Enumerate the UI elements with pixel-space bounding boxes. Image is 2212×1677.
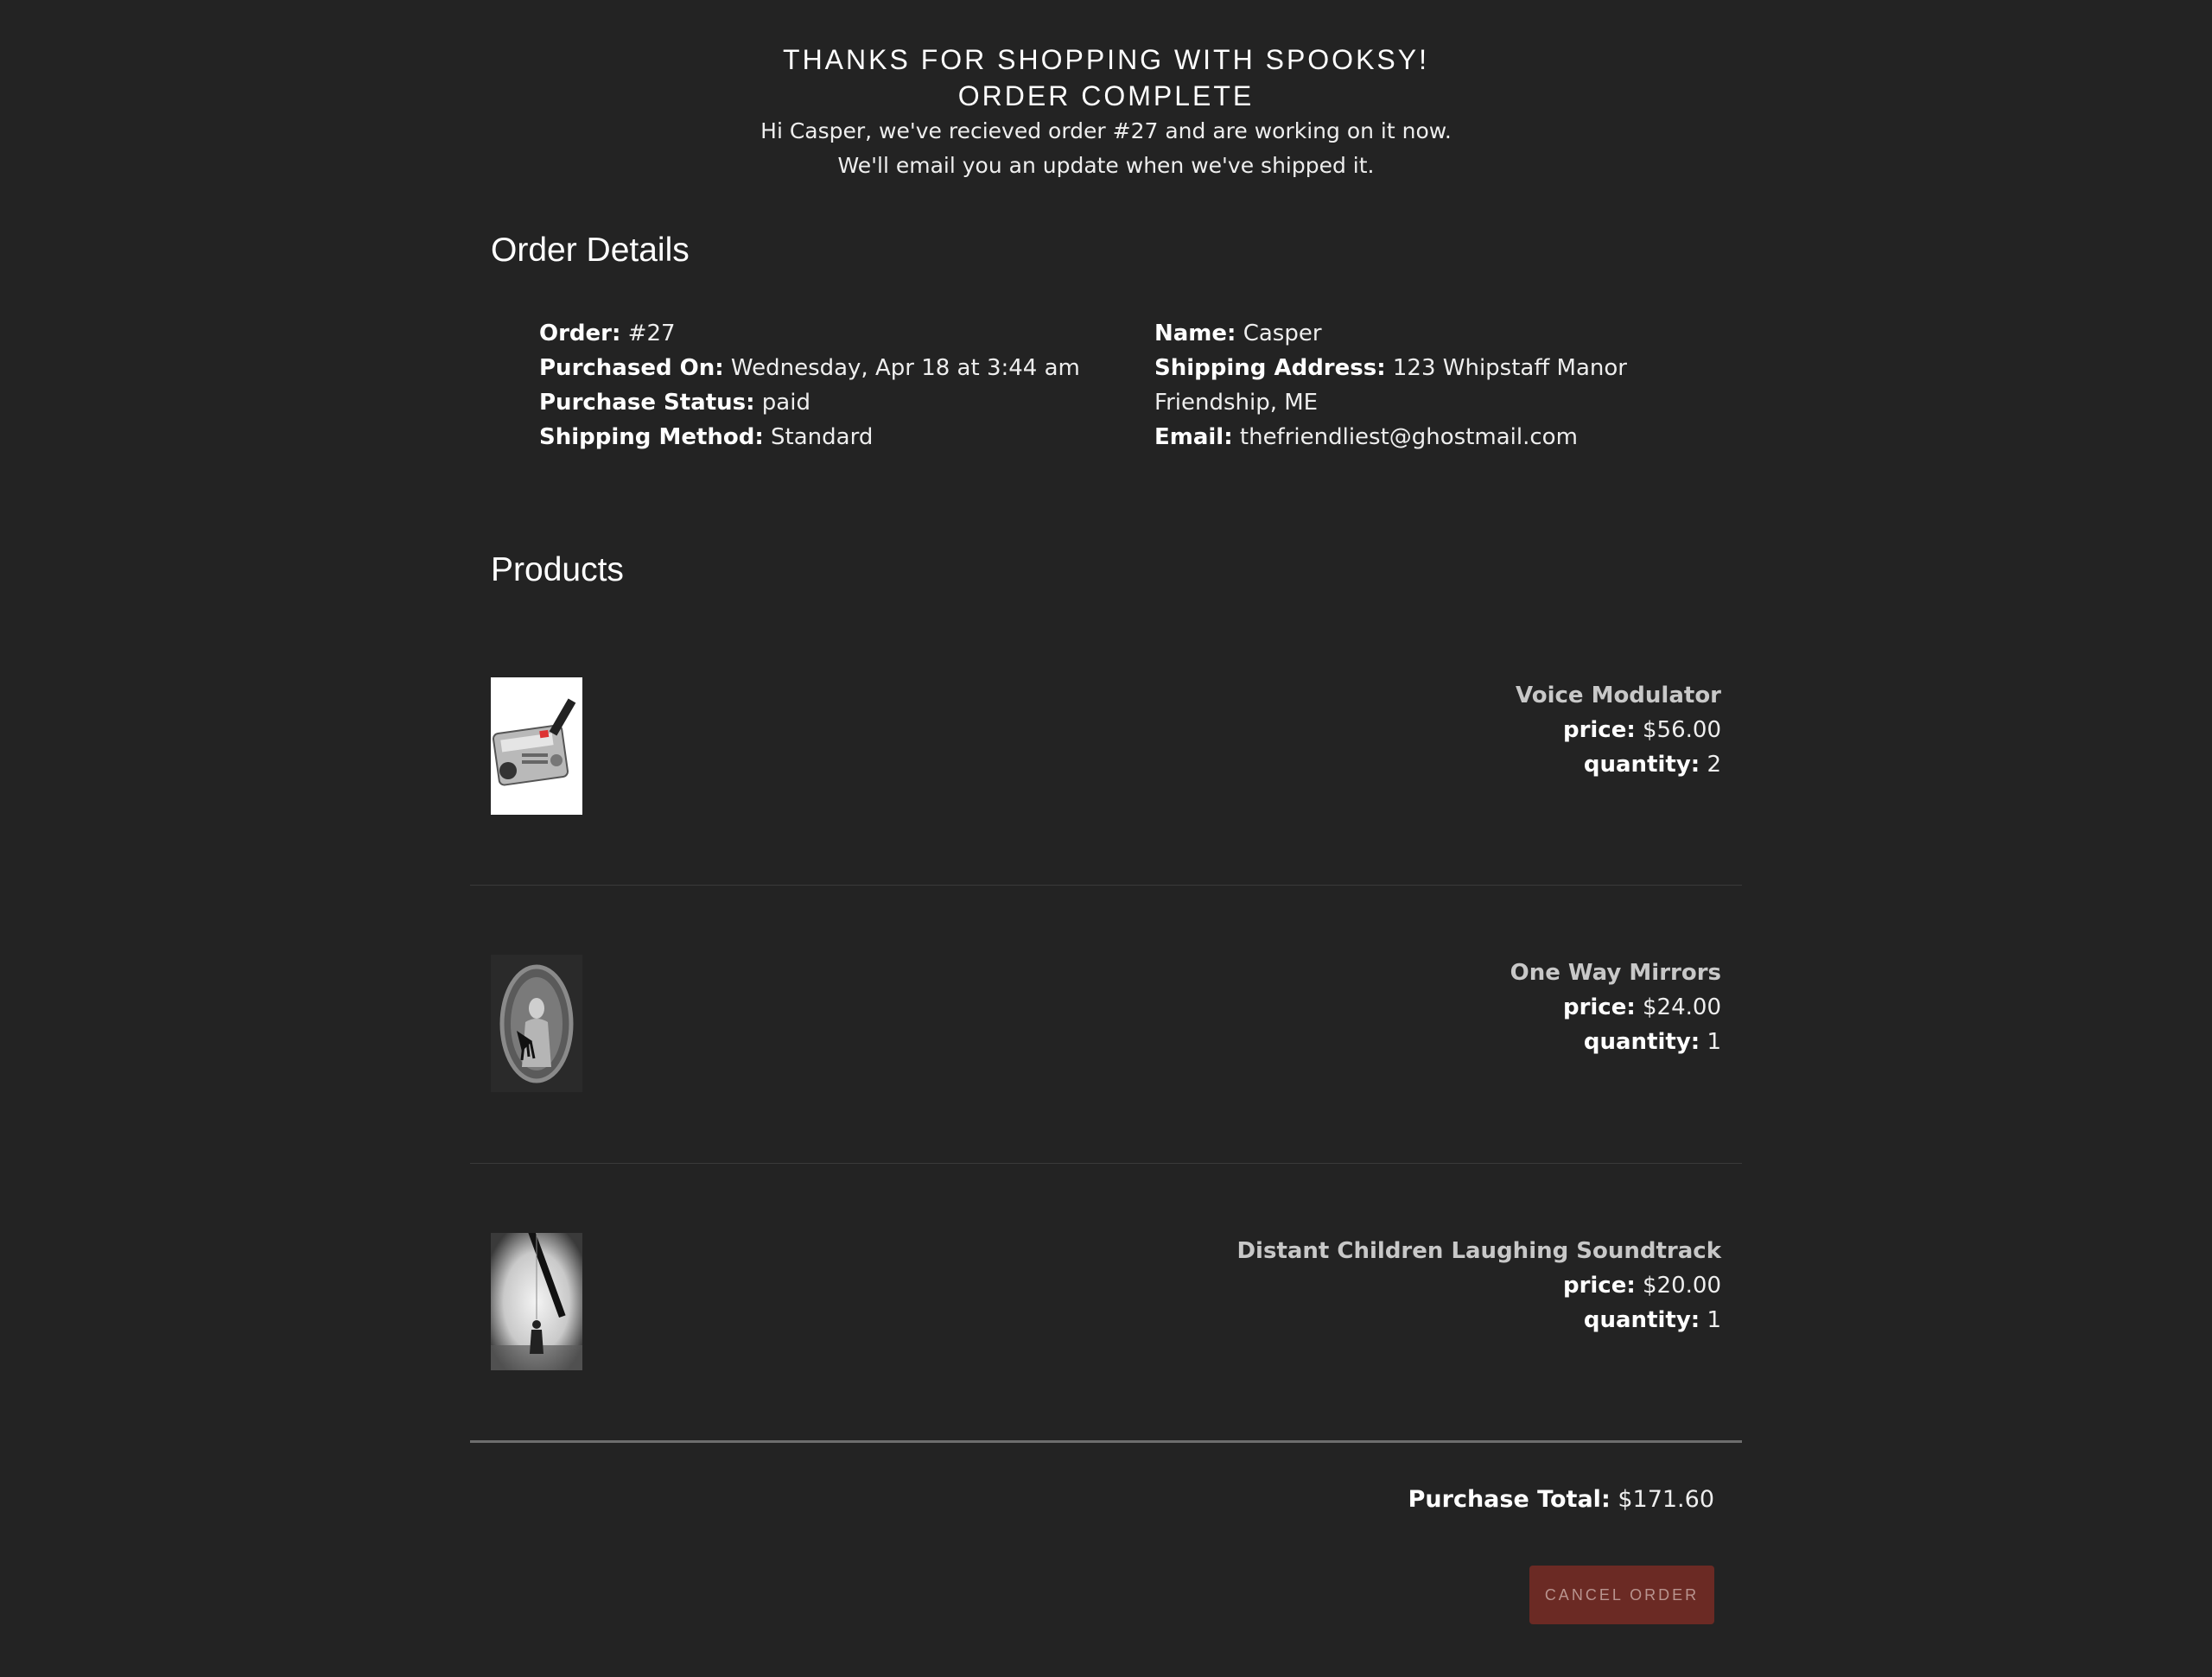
order-complete-heading: ORDER COMPLETE — [957, 80, 1255, 111]
quantity-label: quantity: — [1583, 1307, 1700, 1333]
product-price: price: $20.00 — [1236, 1268, 1721, 1303]
purchase-status-label: Purchase Status: — [539, 390, 755, 416]
order-confirmation-page: THANKS FOR SHOPPING WITH SPOOKSY! ORDER … — [0, 0, 2212, 1677]
order-details-title: Order Details — [491, 232, 690, 269]
product-quantity: quantity: 1 — [1510, 1025, 1721, 1059]
shipping-address-row: Shipping Address: 123 Whipstaff Manor Fr… — [1154, 351, 1707, 420]
price-value: $24.00 — [1643, 994, 1721, 1020]
product-name[interactable]: Voice Modulator — [1516, 678, 1721, 713]
email-label: Email: — [1154, 424, 1233, 450]
purchase-total-label: Purchase Total: — [1408, 1486, 1611, 1513]
product-info: Distant Children Laughing Soundtrack pri… — [1236, 1234, 1721, 1337]
foggy-figure-image[interactable] — [491, 1233, 582, 1370]
product-price: price: $56.00 — [1516, 713, 1721, 747]
price-label: price: — [1562, 994, 1636, 1020]
email-row: Email: thefriendliest@ghostmail.com — [1154, 420, 1707, 454]
product-item: One Way Mirrors price: $24.00 quantity: … — [470, 921, 1742, 1199]
product-item: Voice Modulator price: $56.00 quantity: … — [470, 644, 1742, 922]
product-name[interactable]: One Way Mirrors — [1510, 956, 1721, 990]
received-message: Hi Casper, we've recieved order #27 and … — [760, 118, 1452, 143]
product-quantity: quantity: 1 — [1236, 1303, 1721, 1337]
order-details-right: Name: Casper Shipping Address: 123 Whips… — [1154, 316, 1707, 454]
price-label: price: — [1562, 1273, 1636, 1299]
cancel-order-button[interactable]: CANCEL ORDER — [1529, 1566, 1714, 1624]
product-info: Voice Modulator price: $56.00 quantity: … — [1516, 678, 1721, 782]
price-label: price: — [1562, 717, 1636, 743]
product-name[interactable]: Distant Children Laughing Soundtrack — [1236, 1234, 1721, 1268]
email-value: thefriendliest@ghostmail.com — [1239, 424, 1578, 450]
product-info: One Way Mirrors price: $24.00 quantity: … — [1510, 956, 1721, 1059]
products-title: Products — [491, 551, 624, 588]
quantity-value: 1 — [1707, 1307, 1721, 1333]
product-quantity: quantity: 2 — [1516, 747, 1721, 782]
purchase-status-value: paid — [761, 390, 810, 416]
purchase-total: Purchase Total: $171.60 — [1408, 1486, 1714, 1513]
name-value: Casper — [1243, 321, 1322, 346]
product-price: price: $24.00 — [1510, 990, 1721, 1025]
quantity-label: quantity: — [1583, 752, 1700, 778]
price-value: $20.00 — [1643, 1273, 1721, 1299]
shipping-method-row: Shipping Method: Standard — [539, 420, 1127, 454]
purchased-on-label: Purchased On: — [539, 355, 724, 381]
quantity-label: quantity: — [1583, 1029, 1700, 1055]
order-number-row: Order: #27 — [539, 316, 1127, 351]
thanks-heading: THANKS FOR SHOPPING WITH SPOOKSY! — [783, 44, 1429, 75]
mirror-image[interactable] — [491, 955, 582, 1092]
purchase-total-value: $171.60 — [1618, 1486, 1714, 1513]
shipping-method-label: Shipping Method: — [539, 424, 764, 450]
confirmation-header: THANKS FOR SHOPPING WITH SPOOKSY! ORDER … — [0, 41, 2212, 183]
price-value: $56.00 — [1643, 717, 1721, 743]
total-divider — [470, 1440, 1742, 1443]
name-label: Name: — [1154, 321, 1236, 346]
product-item: Distant Children Laughing Soundtrack pri… — [470, 1199, 1742, 1477]
purchase-status-row: Purchase Status: paid — [539, 385, 1127, 420]
purchased-on-row: Purchased On: Wednesday, Apr 18 at 3:44 … — [539, 351, 1127, 385]
name-row: Name: Casper — [1154, 316, 1707, 351]
purchased-on-value: Wednesday, Apr 18 at 3:44 am — [730, 355, 1080, 381]
order-details-left: Order: #27 Purchased On: Wednesday, Apr … — [539, 316, 1127, 454]
shipping-method-value: Standard — [771, 424, 874, 450]
quantity-value: 2 — [1707, 752, 1721, 778]
product-divider — [470, 885, 1742, 886]
order-number-value: #27 — [627, 321, 676, 346]
email-update-message: We'll email you an update when we've shi… — [837, 153, 1375, 178]
product-divider — [470, 1163, 1742, 1164]
voice-modulator-image[interactable] — [491, 677, 582, 815]
quantity-value: 1 — [1707, 1029, 1721, 1055]
shipping-address-label: Shipping Address: — [1154, 355, 1386, 381]
order-number-label: Order: — [539, 321, 621, 346]
